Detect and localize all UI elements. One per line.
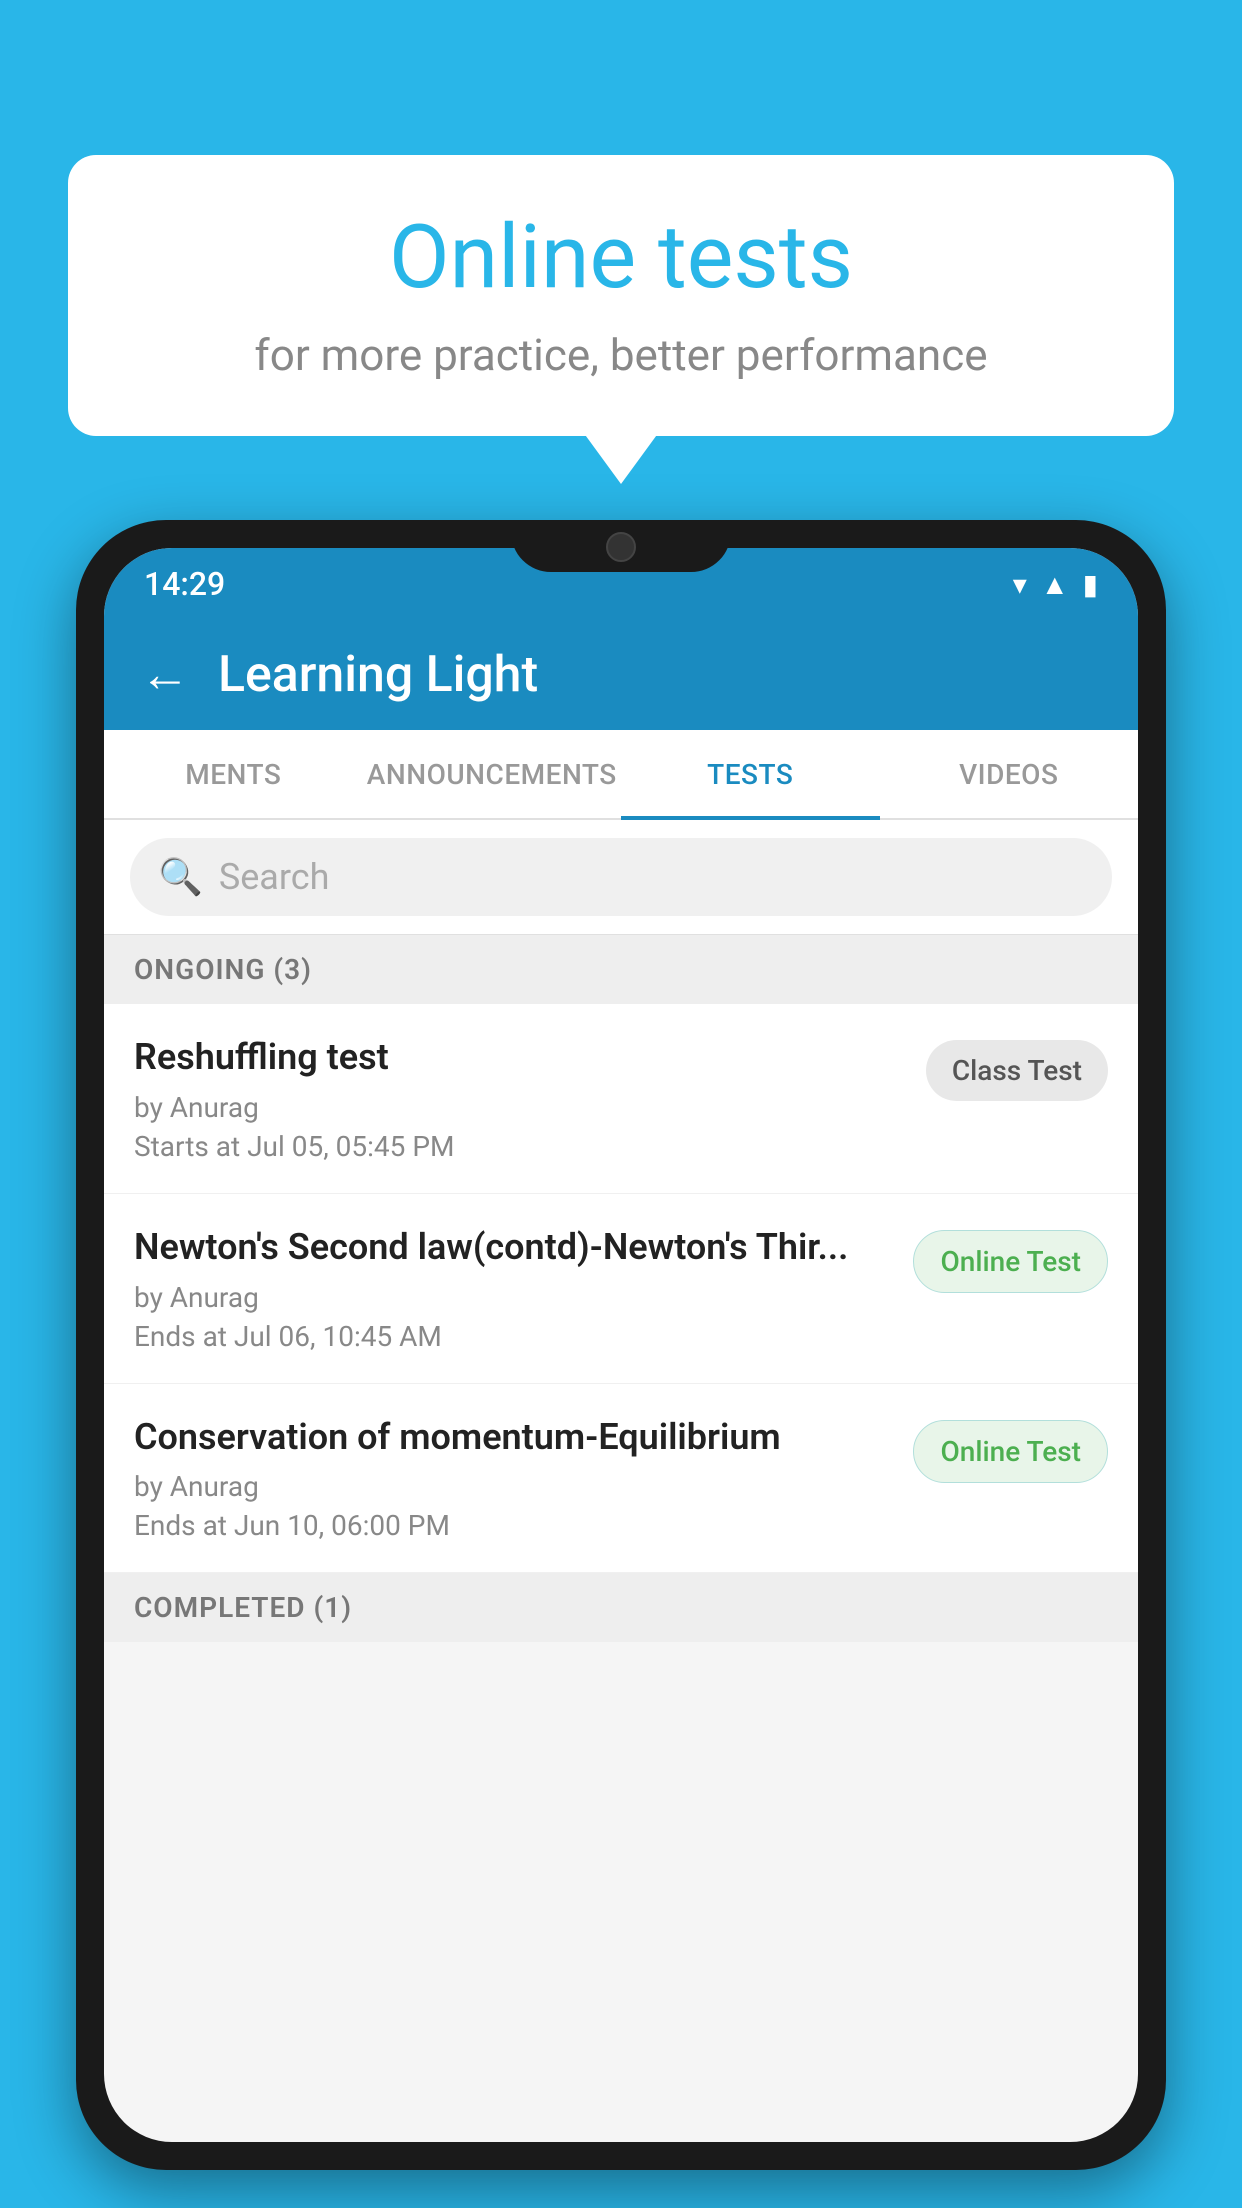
signal-icon: ▲: [1041, 568, 1069, 601]
test-badge-2: Online Test: [913, 1230, 1108, 1293]
search-placeholder: Search: [219, 856, 330, 898]
status-icons: ▾ ▲ ▮: [1013, 568, 1098, 601]
test-info-2: Newton's Second law(contd)-Newton's Thir…: [134, 1224, 893, 1353]
test-badge-3: Online Test: [913, 1420, 1108, 1483]
tab-announcements[interactable]: ANNOUNCEMENTS: [363, 730, 622, 818]
test-name-1: Reshuffling test: [134, 1034, 906, 1081]
speech-bubble: Online tests for more practice, better p…: [68, 155, 1174, 436]
tab-videos[interactable]: VIDEOS: [880, 730, 1139, 818]
test-time-3: Ends at Jun 10, 06:00 PM: [134, 1509, 893, 1542]
completed-section-header: COMPLETED (1): [104, 1573, 1138, 1642]
completed-section-title: COMPLETED (1): [134, 1591, 352, 1624]
test-item-newton[interactable]: Newton's Second law(contd)-Newton's Thir…: [104, 1194, 1138, 1384]
test-author-3: by Anurag: [134, 1470, 893, 1503]
phone-screen: 14:29 ▾ ▲ ▮ ← Learning Light MENTS ANNOU…: [104, 548, 1138, 2142]
test-info-3: Conservation of momentum-Equilibrium by …: [134, 1414, 893, 1543]
phone-outer: 14:29 ▾ ▲ ▮ ← Learning Light MENTS ANNOU…: [76, 520, 1166, 2170]
status-time: 14:29: [144, 565, 225, 603]
phone-notch: [511, 520, 731, 572]
battery-icon: ▮: [1083, 568, 1098, 601]
test-name-2: Newton's Second law(contd)-Newton's Thir…: [134, 1224, 893, 1271]
search-icon: 🔍: [158, 856, 203, 898]
tab-ments[interactable]: MENTS: [104, 730, 363, 818]
test-name-3: Conservation of momentum-Equilibrium: [134, 1414, 893, 1461]
test-item-conservation[interactable]: Conservation of momentum-Equilibrium by …: [104, 1384, 1138, 1574]
tab-tests[interactable]: TESTS: [621, 730, 880, 818]
test-badge-1: Class Test: [926, 1040, 1108, 1101]
ongoing-section-title: ONGOING (3): [134, 953, 312, 986]
test-time-1: Starts at Jul 05, 05:45 PM: [134, 1130, 906, 1163]
search-container: 🔍 Search: [104, 820, 1138, 935]
tabs-bar: MENTS ANNOUNCEMENTS TESTS VIDEOS: [104, 730, 1138, 820]
test-info-1: Reshuffling test by Anurag Starts at Jul…: [134, 1034, 906, 1163]
test-author-2: by Anurag: [134, 1281, 893, 1314]
phone-container: 14:29 ▾ ▲ ▮ ← Learning Light MENTS ANNOU…: [76, 520, 1166, 2208]
test-item-reshuffling[interactable]: Reshuffling test by Anurag Starts at Jul…: [104, 1004, 1138, 1194]
wifi-icon: ▾: [1013, 568, 1027, 601]
app-title: Learning Light: [218, 646, 538, 704]
speech-bubble-title: Online tests: [128, 210, 1114, 307]
speech-bubble-subtitle: for more practice, better performance: [128, 329, 1114, 381]
test-time-2: Ends at Jul 06, 10:45 AM: [134, 1320, 893, 1353]
app-bar: ← Learning Light: [104, 620, 1138, 730]
phone-camera: [606, 532, 636, 562]
back-button[interactable]: ←: [140, 650, 190, 700]
search-input-wrapper[interactable]: 🔍 Search: [130, 838, 1112, 916]
test-author-1: by Anurag: [134, 1091, 906, 1124]
ongoing-section-header: ONGOING (3): [104, 935, 1138, 1004]
